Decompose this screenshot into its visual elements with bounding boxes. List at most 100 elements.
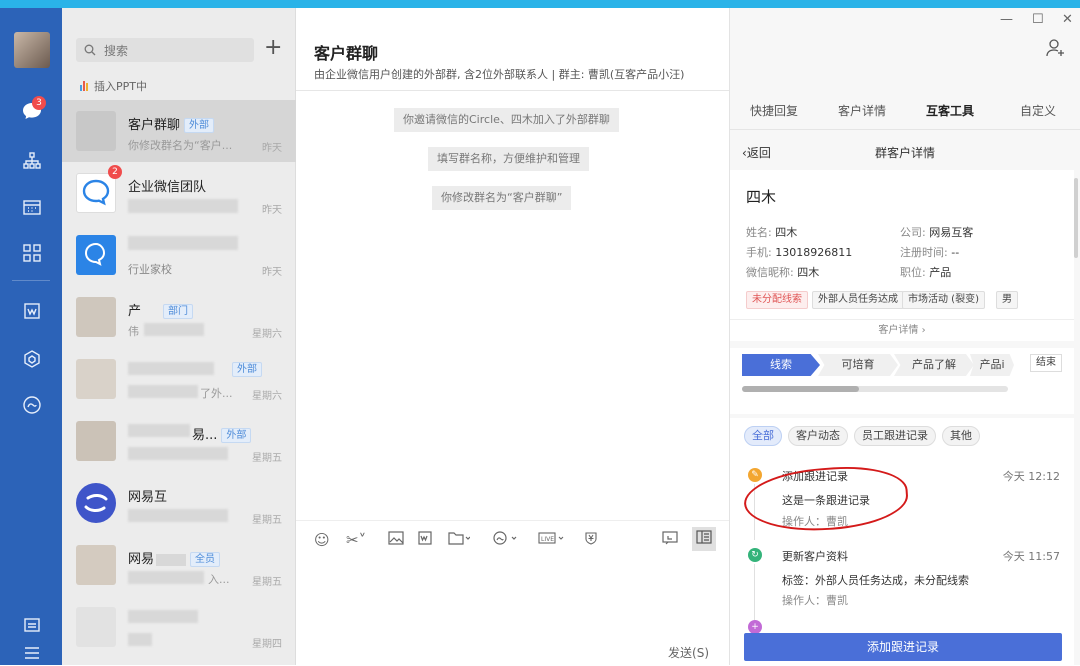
top-strip [0,0,1080,8]
filter-other[interactable]: 其他 [942,426,980,446]
tab-huke-tools[interactable]: 互客工具 [926,102,974,119]
redacted-text [128,447,228,460]
conversation-item[interactable]: 易... 外部 星期五 [62,410,296,472]
chat-record-icon[interactable] [662,531,678,549]
conversation-preview: 你修改群名为“客户... [128,139,233,152]
add-member-icon[interactable] [1046,38,1066,63]
redacted-text [128,424,190,437]
stage-step[interactable]: 线索 [742,354,820,376]
stage-progress-fill [742,386,860,392]
conversation-item[interactable]: 客户群聊 外部 你修改群名为“客户... 昨天 [62,100,296,162]
tab-quick-reply[interactable]: 快捷回复 [750,102,798,119]
menu-icon[interactable] [19,640,45,666]
conversation-tag: 外部 [232,362,262,377]
ppt-status: 插入PPT中 [80,78,147,94]
name-label: 姓名: [746,226,772,239]
rail-divider [12,280,50,281]
send-button[interactable]: 发送(S) [668,644,709,661]
end-stage-button[interactable]: 结束 [1030,354,1062,372]
conversation-item[interactable]: 网易互 星期五 [62,472,296,534]
stage-step[interactable]: 产品i [970,354,1014,376]
position-label: 职位: [900,266,926,279]
stage-step[interactable]: 产品了解 [894,354,974,376]
word-doc-icon[interactable] [418,531,432,549]
group-avatar [76,359,116,399]
live-icon[interactable]: LIVE [538,531,566,549]
conversation-item[interactable]: 行业家校 昨天 [62,224,296,286]
timeline-line [754,484,755,540]
redacted-text [128,385,198,398]
payment-icon[interactable] [584,531,598,549]
conversation-item[interactable]: 产部门 伟 星期六 [62,286,296,348]
name-value: 四木 [775,226,798,239]
chat-title: 客户群聊 [314,44,379,63]
filter-all[interactable]: 全部 [744,426,782,446]
header-divider [296,90,729,91]
group-avatar [76,607,116,647]
sidebar-toggle-icon[interactable] [692,527,716,551]
emoji-icon[interactable]: ☺ [314,531,330,549]
sales-stage-bar: 线索 可培育 产品了解 产品i 结束 [730,348,1074,414]
timeline-line [754,564,755,620]
close-icon[interactable]: ✕ [1062,12,1073,27]
calendar-icon[interactable] [19,194,45,220]
user-avatar[interactable] [14,32,50,68]
conversation-item[interactable]: 网易 全员 入... 星期五 [62,534,296,596]
filter-customer-activity[interactable]: 客户动态 [788,426,848,446]
event-title: 添加跟进记录 [782,470,848,483]
tab-customer-detail[interactable]: 客户详情 [838,102,886,119]
system-message: 你邀请微信的Circle、四木加入了外部群聊 [394,108,619,132]
redacted-text [144,323,204,336]
customer-tag: 男 [996,291,1018,309]
panel-title: 群客户详情 [874,146,935,160]
phone-value: 13018926811 [775,246,853,259]
cube-icon[interactable] [19,346,45,372]
search-input[interactable]: 搜索 [76,38,254,62]
cloud-share-icon[interactable] [492,531,518,549]
conversation-name: 客户群聊 [128,118,181,133]
filter-staff-followup[interactable]: 员工跟进记录 [854,426,936,446]
customer-card: 四木 姓名: 四木 公司: 网易互客 手机: 13018926811 注册时间:… [730,170,1074,341]
conversation-name: 易... [192,428,218,443]
redacted-text [128,633,152,646]
stage-step[interactable]: 可培育 [818,354,898,376]
folder-icon[interactable] [448,531,471,549]
system-message: 你修改群名为“客户群聊” [432,186,572,210]
conversation-item[interactable]: 外部 了外... 星期六 [62,348,296,410]
redacted-text [128,571,204,584]
conversation-time: 昨天 [262,267,282,278]
search-placeholder: 搜索 [104,43,129,58]
conversation-preview: 入... [208,573,230,586]
regtime-value: -- [951,246,960,259]
conversation-item[interactable]: 星期四 [62,596,296,658]
minimize-icon[interactable]: — [1000,12,1013,27]
apps-grid-icon[interactable] [19,240,45,266]
customer-detail-link[interactable]: 客户详情 › [730,319,1074,341]
panel-scrollbar[interactable] [1074,178,1078,258]
maximize-icon[interactable]: ☐ [1032,12,1044,27]
cloud-disk-icon[interactable] [19,392,45,418]
add-icon[interactable]: + [264,35,282,60]
activity-feed: 全部 客户动态 员工跟进记录 其他 ✎ 添加跟进记录 今天 12:12 这是一条… [730,418,1074,665]
timeline-event: ↻ 更新客户资料 今天 11:57 标签：外部人员任务达成，未分配线索 操作人：… [730,544,1074,620]
image-icon[interactable] [388,531,404,549]
org-chart-icon[interactable] [19,148,45,174]
bar-chart-icon [80,81,88,91]
conversation-time: 星期五 [252,577,282,588]
conversation-preview: 了外... [200,387,233,400]
event-desc: 这是一条跟进记录 [782,494,870,507]
screenshot-scissors-icon[interactable]: ✂˅ [346,531,366,549]
redacted-text [128,362,214,375]
phone-label: 手机: [746,246,772,259]
left-rail: 3 [0,8,62,665]
document-icon[interactable] [19,298,45,324]
tab-custom[interactable]: 自定义 [1020,102,1056,119]
search-icon [84,44,96,56]
add-followup-button[interactable]: 添加跟进记录 [744,633,1062,661]
inbox-icon[interactable] [19,612,45,638]
redacted-text [128,509,228,522]
customer-tag: 市场活动 (裂变) [902,291,985,309]
conversation-time: 星期五 [252,453,282,464]
conversation-item[interactable]: 2 企业微信团队 昨天 [62,162,296,224]
regtime-label: 注册时间: [900,246,948,259]
